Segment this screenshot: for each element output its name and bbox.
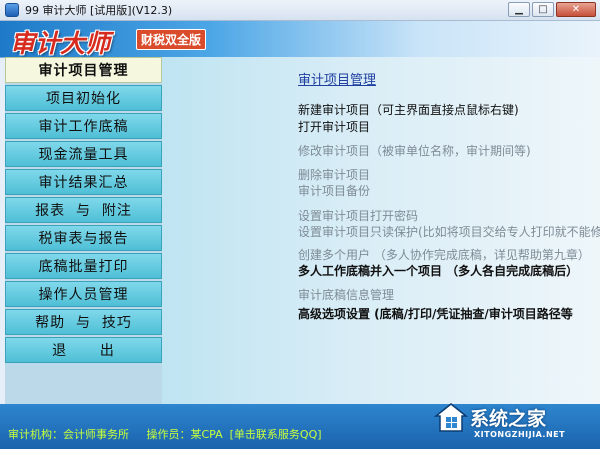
sidebar-nav: 审计项目管理 项目初始化 审计工作底稿 现金流量工具 审计结果汇总 报表 与 附…	[5, 57, 162, 404]
nav-item-tax-reports[interactable]: 税审表与报告	[5, 225, 162, 251]
org-value: 会计师事务所	[63, 428, 129, 441]
window-title: 99 审计大师 [试用版](V12.3)	[25, 4, 173, 17]
title-bar: 99 审计大师 [试用版](V12.3) ▁ □ ✕	[0, 0, 600, 21]
nav-item-help-tips[interactable]: 帮助 与 技巧	[5, 309, 162, 335]
action-merge-papers[interactable]: 多人工作底稿并入一个项目 （多人各自完成底稿后）	[298, 262, 578, 279]
nav-item-operator-management[interactable]: 操作人员管理	[5, 281, 162, 307]
action-edit-project[interactable]: 修改审计项目（被审单位名称，审计期间等)	[298, 142, 531, 159]
nav-item-exit[interactable]: 退 出	[5, 337, 162, 363]
watermark-url: XITONGZHIJIA.NET	[474, 430, 566, 439]
action-backup-project[interactable]: 审计项目备份	[298, 182, 370, 199]
contact-qq-link[interactable]: [单击联系服务QQ]	[230, 428, 322, 441]
action-create-users[interactable]: 创建多个用户 （多人协作完成底稿，详见帮助第九章）	[298, 246, 590, 263]
status-separator	[223, 428, 230, 441]
window-controls: ▁ □ ✕	[508, 2, 596, 17]
nav-item-cash-flow-tools[interactable]: 现金流量工具	[5, 141, 162, 167]
nav-item-reports-notes[interactable]: 报表 与 附注	[5, 197, 162, 223]
edition-badge: 财税双全版	[136, 29, 207, 50]
maximize-button[interactable]: □	[532, 2, 554, 17]
site-watermark: 系统之家 XITONGZHIJIA.NET	[430, 398, 598, 448]
status-separator	[129, 428, 146, 441]
action-paper-info[interactable]: 审计底稿信息管理	[298, 286, 394, 303]
nav-item-results-summary[interactable]: 审计结果汇总	[5, 169, 162, 195]
nav-item-project-init[interactable]: 项目初始化	[5, 85, 162, 111]
close-button[interactable]: ✕	[556, 2, 596, 17]
app-logo-text: 审计大师	[10, 29, 111, 58]
logo-banner: 审计大师 财税双全版	[0, 21, 600, 58]
house-logo-icon	[434, 403, 468, 432]
section-title: 审计项目管理	[298, 73, 377, 88]
nav-item-batch-print[interactable]: 底稿批量打印	[5, 253, 162, 279]
operator-label: 操作员：	[146, 428, 191, 441]
nav-item-project-management[interactable]: 审计项目管理	[5, 57, 162, 83]
action-set-password[interactable]: 设置审计项目打开密码	[298, 207, 418, 224]
watermark-text: 系统之家	[470, 408, 547, 430]
action-open-project[interactable]: 打开审计项目	[298, 118, 370, 135]
org-label: 审计机构：	[8, 428, 63, 441]
status-line: 审计机构：会计师事务所 操作员：某CPA [单击联系服务QQ]	[8, 426, 322, 442]
minimize-button[interactable]: ▁	[508, 2, 530, 17]
action-new-project[interactable]: 新建审计项目（可主界面直接点鼠标右键)	[298, 101, 519, 118]
app-icon	[5, 3, 19, 17]
nav-item-working-papers[interactable]: 审计工作底稿	[5, 113, 162, 139]
main-panel: 审计项目管理 新建审计项目（可主界面直接点鼠标右键) 打开审计项目 修改审计项目…	[162, 57, 600, 404]
action-advanced-settings[interactable]: 高级选项设置 (底稿/打印/凭证抽查/审计项目路径等	[298, 305, 573, 322]
action-delete-project[interactable]: 删除审计项目	[298, 166, 370, 183]
operator-value: 某CPA	[190, 428, 223, 441]
action-readonly-protect[interactable]: 设置审计项目只读保护(比如将项目交给专人打印就不能修	[298, 223, 600, 240]
